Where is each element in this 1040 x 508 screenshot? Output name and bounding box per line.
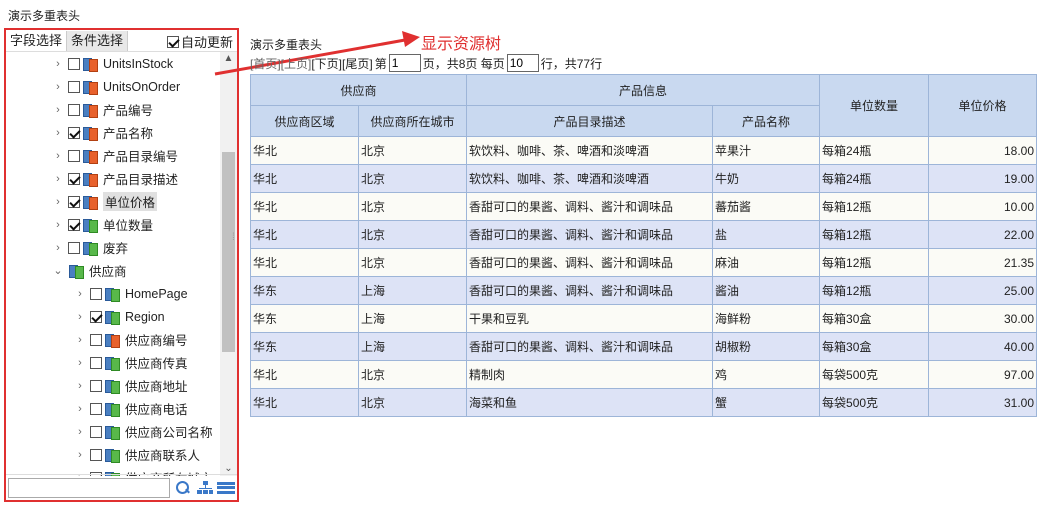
page-number-input[interactable]	[388, 54, 421, 72]
table-row: 华东 上海 香甜可口的果酱、调料、酱汁和调味品 胡椒粉 每箱30盒 40.00	[250, 332, 1038, 361]
last-page-link[interactable]: [尾页]	[342, 55, 373, 72]
table-cell: 每箱12瓶	[819, 276, 930, 305]
table-cell: 每箱24瓶	[819, 136, 930, 165]
table-cell: 每箱30盒	[819, 332, 930, 361]
table-cell: 每袋500克	[819, 360, 930, 389]
table-row: 华北 北京 海菜和鱼蟹每袋500克 31.00	[250, 388, 1038, 417]
header-group-row: 供应商 产品信息 单位数量 单位价格	[249, 74, 1038, 137]
header-supplier-city: 供应商所在城市	[357, 105, 468, 137]
report-title: 演示多重表头	[250, 38, 323, 52]
table-cell: 北京	[357, 388, 468, 417]
table-cell: 40.00	[928, 332, 1038, 361]
table-cell: 蕃茄酱	[712, 192, 821, 221]
table-cell: 华北	[250, 388, 359, 417]
table-cell: 25.00	[928, 276, 1038, 305]
table-cell: 每箱30盒	[819, 304, 930, 333]
table-cell: 北京	[357, 136, 468, 165]
table-cell: 上海	[357, 304, 468, 333]
report-table: 供应商 产品信息 单位数量 单位价格 供应商区域 供应商所在城市 产品目录描述 …	[249, 74, 1038, 417]
table-cell: 香甜可口的果酱、调料、酱汁和调味品	[466, 220, 714, 249]
table-cell: 华北	[250, 248, 359, 277]
table-cell: 10.00	[928, 192, 1038, 221]
table-cell: 北京	[357, 248, 468, 277]
table-cell: 华北	[250, 192, 359, 221]
table-cell: 蟹	[712, 388, 821, 417]
first-page-link[interactable]: [首页]	[250, 55, 281, 72]
table-cell: 海鲜粉	[712, 304, 821, 333]
pager: [首页] [上页] [下页] [尾页] 第 页，共8页 每页 行，共77行	[250, 54, 602, 72]
table-row: 华北 北京 软饮料、咖啡、茶、啤酒和淡啤酒 苹果汁 每箱24瓶 18.00	[250, 136, 1038, 165]
page-suffix: 页，共8页 每页	[422, 56, 505, 71]
table-cell: 华东	[250, 332, 359, 361]
table-cell: 每箱12瓶	[819, 192, 930, 221]
table-row: 华北 北京 香甜可口的果酱、调料、酱汁和调味品 麻油 每箱12瓶 21.35	[250, 248, 1038, 277]
table-cell: 每箱24瓶	[819, 164, 930, 193]
table-cell: 麻油	[712, 248, 821, 277]
table-row: 华东 上海 干果和豆乳 海鲜粉 每箱30盒 30.00	[250, 304, 1038, 333]
table-cell: 每袋500克	[819, 388, 930, 417]
table-cell: 北京	[357, 220, 468, 249]
rows-suffix: 行，共77行	[540, 56, 603, 71]
table-cell: 软饮料、咖啡、茶、啤酒和淡啤酒	[466, 164, 714, 193]
table-row: 华北 北京 香甜可口的果酱、调料、酱汁和调味品 蕃茄酱 每箱12瓶 10.00	[250, 192, 1038, 221]
table-cell: 苹果汁	[712, 136, 821, 165]
table-cell: 31.00	[928, 388, 1038, 417]
header-group-product-info: 产品信息	[466, 74, 821, 106]
table-cell: 北京	[357, 164, 468, 193]
table-row: 华北 北京 软饮料、咖啡、茶、啤酒和淡啤酒 牛奶 每箱24瓶 19.00	[250, 164, 1038, 193]
report-body: 华北 北京 软饮料、咖啡、茶、啤酒和淡啤酒 苹果汁 每箱24瓶 18.00 华北 北京 软饮料、…	[250, 136, 1038, 417]
header-unit-quantity: 单位数量	[819, 74, 930, 137]
table-row: 华北 北京 香甜可口的果酱、调料、酱汁和调味品盐每箱12瓶 22.00	[250, 220, 1038, 249]
table-row: 华东 上海 香甜可口的果酱、调料、酱汁和调味品 酱油 每箱12瓶 25.00	[250, 276, 1038, 305]
table-cell: 19.00	[928, 164, 1038, 193]
next-page-link[interactable]: [下页]	[311, 55, 342, 72]
table-cell: 华北	[250, 136, 359, 165]
table-cell: 北京	[357, 192, 468, 221]
table-cell: 软饮料、咖啡、茶、啤酒和淡啤酒	[466, 136, 714, 165]
header-group-supplier: 供应商	[249, 74, 468, 106]
table-cell: 海菜和鱼	[466, 388, 714, 417]
table-cell: 21.35	[928, 248, 1038, 277]
table-cell: 上海	[357, 332, 468, 361]
header-category-desc: 产品目录描述	[466, 105, 714, 137]
table-cell: 华北	[250, 220, 359, 249]
table-cell: 香甜可口的果酱、调料、酱汁和调味品	[466, 248, 714, 277]
table-cell: 华北	[250, 360, 359, 389]
table-cell: 香甜可口的果酱、调料、酱汁和调味品	[466, 192, 714, 221]
table-cell: 18.00	[928, 136, 1038, 165]
table-row: 华北 北京 精制肉鸡每袋500克 97.00	[250, 360, 1038, 389]
annotation-label: 显示资源树	[421, 36, 502, 53]
table-cell: 牛奶	[712, 164, 821, 193]
table-cell: 华东	[250, 276, 359, 305]
page-prefix: 第	[374, 56, 387, 71]
table-cell: 22.00	[928, 220, 1038, 249]
table-cell: 华北	[250, 164, 359, 193]
table-cell: 上海	[357, 276, 468, 305]
table-cell: 盐	[712, 220, 821, 249]
table-cell: 香甜可口的果酱、调料、酱汁和调味品	[466, 276, 714, 305]
table-cell: 胡椒粉	[712, 332, 821, 361]
table-cell: 每箱12瓶	[819, 220, 930, 249]
table-cell: 华东	[250, 304, 359, 333]
table-cell: 每箱12瓶	[819, 248, 930, 277]
table-cell: 香甜可口的果酱、调料、酱汁和调味品	[466, 332, 714, 361]
table-cell: 97.00	[928, 360, 1038, 389]
table-cell: 精制肉	[466, 360, 714, 389]
header-unit-price: 单位价格	[928, 74, 1038, 137]
rows-per-page-input[interactable]	[506, 54, 539, 72]
header-product-name: 产品名称	[712, 105, 821, 137]
table-cell: 干果和豆乳	[466, 304, 714, 333]
table-cell: 北京	[357, 360, 468, 389]
table-cell: 鸡	[712, 360, 821, 389]
header-supplier-region: 供应商区域	[250, 105, 359, 137]
table-cell: 酱油	[712, 276, 821, 305]
prev-page-link[interactable]: [上页]	[281, 55, 312, 72]
table-cell: 30.00	[928, 304, 1038, 333]
